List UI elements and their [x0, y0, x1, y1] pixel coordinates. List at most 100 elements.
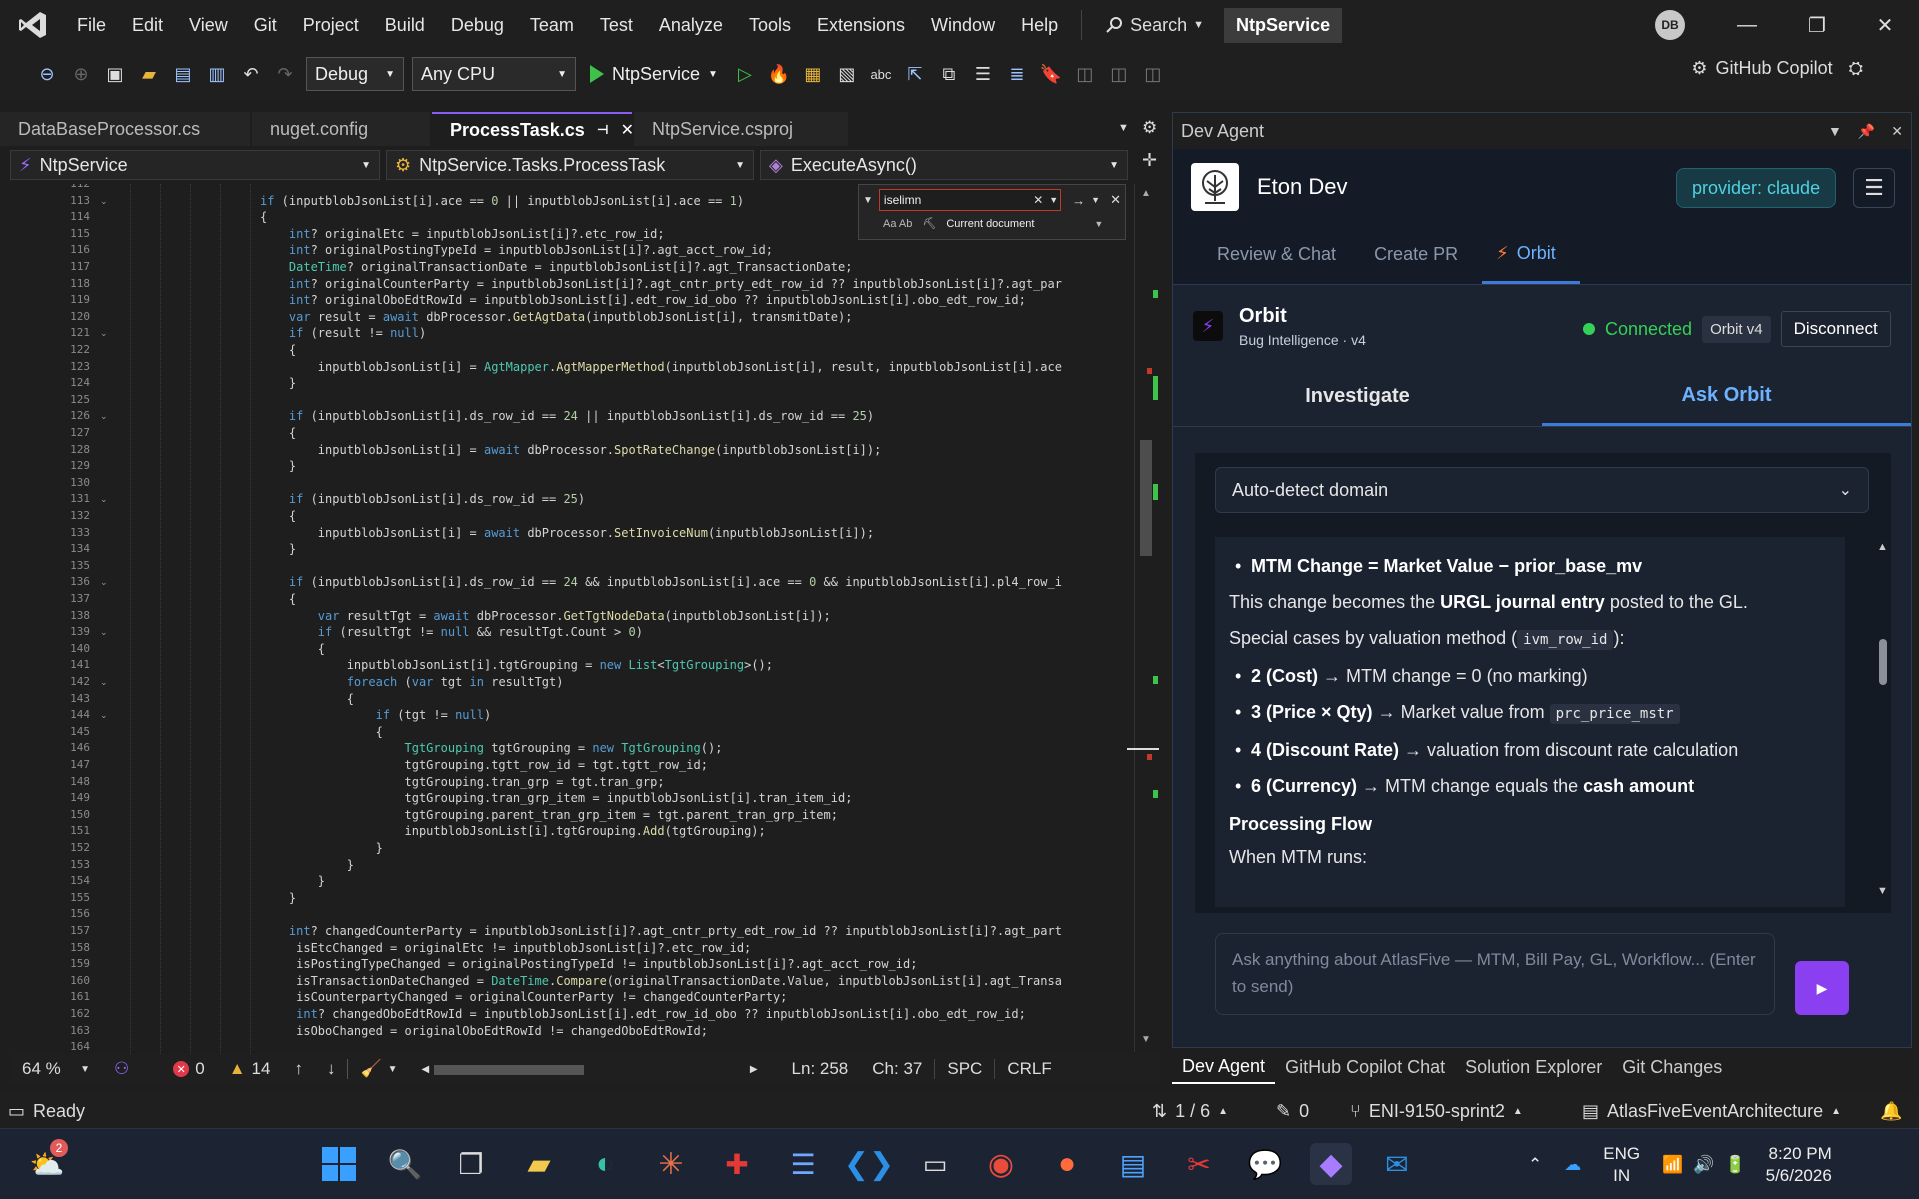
fold-toggle-icon[interactable]: ⌄	[100, 624, 108, 640]
panel-options-icon[interactable]: ▼	[1828, 123, 1842, 140]
tab-solution-explorer[interactable]: Solution Explorer	[1455, 1050, 1612, 1084]
solution-folder-icon[interactable]: ▦	[798, 59, 828, 89]
menu-git[interactable]: Git	[241, 0, 290, 50]
git-commits-indicator[interactable]: ⇅ 1 / 6 ▲	[1152, 1101, 1228, 1122]
hot-reload-icon[interactable]: 🔥	[764, 59, 794, 89]
line-ending-indicator[interactable]: CRLF	[994, 1059, 1063, 1079]
disconnect-button[interactable]: Disconnect	[1780, 311, 1891, 347]
fold-toggle-icon[interactable]: ⌄	[100, 408, 108, 424]
bookmark-prev-icon[interactable]: ◫	[1070, 59, 1100, 89]
scroll-right-icon[interactable]: ▶	[750, 1064, 758, 1075]
horizontal-scrollbar[interactable]: ◀ ▶	[410, 1059, 770, 1079]
scroll-up-icon[interactable]: ▲	[1141, 188, 1151, 199]
provider-badge[interactable]: provider: claude	[1676, 168, 1837, 208]
code-line[interactable]: int? originalCounterParty = inputblobJso…	[260, 276, 1062, 292]
volume-icon[interactable]: 🔊	[1693, 1155, 1714, 1175]
show-hidden-icons[interactable]: ⌃	[1528, 1155, 1542, 1175]
code-line[interactable]: tgtGrouping.parent_tran_grp_item = tgt.p…	[260, 807, 837, 823]
close-tab-icon[interactable]: ✕	[621, 120, 634, 140]
code-line[interactable]: if (inputblobJsonList[i].ds_row_id == 24…	[260, 408, 874, 424]
bookmark-icon[interactable]: 🔖	[1036, 59, 1066, 89]
horizontal-scroll-thumb[interactable]	[433, 1065, 584, 1075]
next-issue-icon[interactable]: ↓	[315, 1059, 348, 1079]
scroll-thumb[interactable]	[1879, 639, 1887, 685]
tool-app-icon[interactable]: ✚	[716, 1143, 758, 1185]
member-select[interactable]: ◈ ExecuteAsync() ▼	[760, 150, 1128, 180]
code-line[interactable]: if (result != null)	[260, 325, 426, 341]
code-line[interactable]: }	[260, 458, 296, 474]
menu-view[interactable]: View	[176, 0, 241, 50]
code-line[interactable]: if (inputblobJsonList[i].ds_row_id == 24…	[260, 574, 1062, 590]
menu-analyze[interactable]: Analyze	[646, 0, 736, 50]
scroll-up-icon[interactable]: ▲	[1877, 541, 1888, 553]
match-options-label[interactable]: Aa Ab	[883, 218, 912, 230]
draw-app-icon[interactable]: ●	[1046, 1143, 1088, 1185]
menu-build[interactable]: Build	[372, 0, 438, 50]
clock[interactable]: 8:20 PM 5/6/2026	[1766, 1143, 1832, 1187]
code-line[interactable]: inputblobJsonList[i] = await dbProcessor…	[260, 525, 874, 541]
save-icon[interactable]: ▤	[168, 59, 198, 89]
find-next-icon[interactable]: →	[1072, 193, 1085, 208]
tab-review-chat[interactable]: Review & Chat	[1203, 225, 1360, 284]
tab-git-changes[interactable]: Git Changes	[1612, 1050, 1732, 1084]
start-without-debug-icon[interactable]: ▷	[730, 59, 760, 89]
find-history-icon[interactable]: ▼	[1049, 195, 1058, 205]
bookmark-clear-icon[interactable]: ◫	[1138, 59, 1168, 89]
code-line[interactable]: DateTime? originalTransactionDate = inpu…	[260, 259, 853, 275]
message-scrollbar[interactable]: ▲ ▼	[1877, 541, 1889, 901]
pin-icon[interactable]: ⊣	[597, 122, 609, 138]
health-icon[interactable]: ⚇	[102, 1059, 141, 1079]
menu-edit[interactable]: Edit	[119, 0, 176, 50]
send-button[interactable]: ▶	[1795, 961, 1849, 1015]
fold-toggle-icon[interactable]: ⌄	[100, 325, 108, 341]
tab-ntpservice-csproj[interactable]: NtpService.csproj	[634, 112, 848, 146]
tab-nuget-config[interactable]: nuget.config	[252, 112, 430, 146]
start-debug-button[interactable]: NtpService ▼	[590, 64, 718, 85]
code-line[interactable]: inputblobJsonList[i].tgtGrouping.Add(tgt…	[260, 823, 765, 839]
code-line[interactable]: int? originalEtc = inputblobJsonList[i]?…	[260, 226, 665, 242]
menu-hamburger-icon[interactable]: ☰	[1853, 168, 1895, 208]
copy-layout-icon[interactable]: ⧉	[934, 59, 964, 89]
bookmark-next-icon[interactable]: ◫	[1104, 59, 1134, 89]
search-button[interactable]: Search ▼	[1092, 15, 1218, 36]
tab-processtask[interactable]: ProcessTask.cs ⊣ ✕	[432, 112, 634, 146]
menu-window[interactable]: Window	[918, 0, 1008, 50]
code-line[interactable]: inputblobJsonList[i] = AgtMapper.AgtMapp…	[260, 359, 1062, 375]
errors-indicator[interactable]: ✕ 0	[161, 1059, 216, 1079]
tab-dev-agent[interactable]: Dev Agent	[1172, 1050, 1276, 1084]
language-indicator[interactable]: ENG IN	[1603, 1143, 1640, 1187]
warnings-indicator[interactable]: ▲ 14	[217, 1059, 283, 1079]
pending-changes-indicator[interactable]: ✎ 0	[1276, 1101, 1309, 1122]
wifi-icon[interactable]: 📶	[1662, 1155, 1683, 1175]
code-line[interactable]: int? originalPostingTypeId = inputblobJs…	[260, 242, 773, 258]
ask-orbit-input[interactable]: Ask anything about AtlasFive — MTM, Bill…	[1215, 933, 1775, 1015]
platform-select[interactable]: Any CPU ▼	[412, 57, 576, 91]
fold-toggle-icon[interactable]: ⌄	[100, 491, 108, 507]
menu-test[interactable]: Test	[587, 0, 646, 50]
code-line[interactable]: {	[260, 591, 296, 607]
terminal-icon[interactable]: ▭	[914, 1143, 956, 1185]
fold-toggle-icon[interactable]: ⌄	[100, 674, 108, 690]
zoom-select[interactable]: 64 % ▼	[10, 1059, 102, 1079]
battery-icon[interactable]: 🔋	[1724, 1155, 1745, 1175]
search-taskbar-icon[interactable]: 🔍	[384, 1143, 426, 1185]
output-window-icon[interactable]: ▭	[8, 1101, 25, 1122]
indent-icon[interactable]: ☰	[968, 59, 998, 89]
code-line[interactable]: if (inputblobJsonList[i].ds_row_id == 25…	[260, 491, 585, 507]
select-icon[interactable]: ⇱	[900, 59, 930, 89]
fold-toggle-icon[interactable]: ⌄	[100, 193, 108, 209]
menu-extensions[interactable]: Extensions	[804, 0, 918, 50]
edge-browser-icon[interactable]: ◐	[584, 1143, 626, 1185]
fold-toggle-icon[interactable]: ⌄	[100, 707, 108, 723]
code-line[interactable]: }	[260, 541, 296, 557]
whitespace-indicator[interactable]: SPC	[934, 1059, 994, 1079]
code-line[interactable]: {	[260, 342, 296, 358]
scroll-left-icon[interactable]: ◀	[422, 1064, 430, 1075]
domain-select[interactable]: Auto-detect domain ⌄	[1215, 467, 1869, 513]
tab-investigate[interactable]: Investigate	[1173, 367, 1542, 426]
repository-selector[interactable]: ▤ AtlasFiveEventArchitecture ▲	[1582, 1101, 1841, 1122]
outlook-icon[interactable]: ✉	[1376, 1143, 1418, 1185]
tab-list-dropdown-icon[interactable]: ▼	[1118, 122, 1129, 134]
code-line[interactable]: {	[260, 425, 296, 441]
chat-app-icon[interactable]: 💬	[1244, 1143, 1286, 1185]
